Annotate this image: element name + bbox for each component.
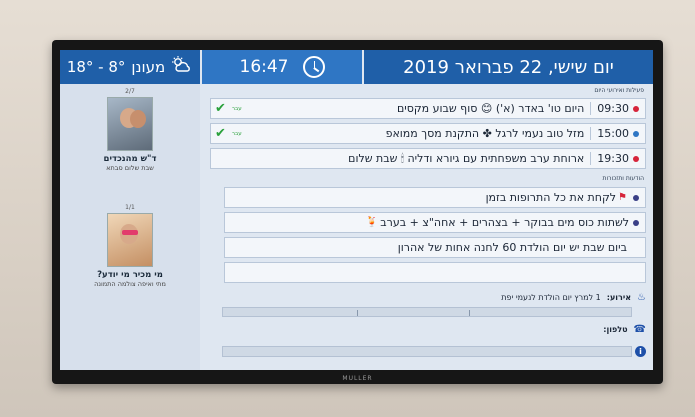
tv-brand: MULLER (342, 375, 373, 382)
event-text: היום טו' באדר (א') 😊 סוף שבוע מקסים (396, 102, 585, 115)
drink-icon: 🍹 (365, 217, 379, 228)
message-bar[interactable] (222, 346, 632, 357)
info-icon[interactable]: i (635, 346, 646, 357)
photo-counter: 2/7 (125, 88, 135, 95)
photo-card-subtitle: מתי ואיפה צולמה התמונה (94, 280, 166, 288)
phone-label: טלפון: (603, 324, 628, 334)
event-done-label: עבר (231, 105, 242, 112)
sunglasses-shape (122, 230, 138, 235)
photo-grandkids (107, 97, 153, 151)
event-done-label: עבר (231, 130, 242, 137)
photo-card-subtitle: שבת שלום סבתא (106, 164, 154, 172)
weather-temps: 18° - 8° (66, 58, 126, 76)
partly-cloudy-icon (171, 56, 193, 78)
event-dot (633, 130, 639, 137)
divider-tick (357, 310, 358, 316)
reminder-row[interactable]: ⚑ לקחת את כל התרופות בזמן (224, 187, 646, 208)
photo-card-grandkids[interactable]: 2/7 ד"ש מהנכדים שבת שלום סבתא (60, 88, 200, 172)
face-image (130, 110, 146, 128)
check-icon: ✔ (215, 126, 226, 141)
event-text: ארוחת ערב משפחתית עם גיורא ודליה 🕯 שבת ש… (348, 151, 585, 165)
tv-screen: מעונן 18° - 8° 16:47 יום שישי, 22 פברואר… (60, 50, 653, 370)
photo-card-title: מי מכיר מי יודע? (97, 270, 163, 280)
event-info-row: ♨ אירוע: 1 למרץ יום הולדת לנעמי יפת (210, 290, 646, 304)
reminder-text: ביום שבת יש יום הולדת 60 לחנה אחות של אה… (397, 241, 627, 254)
header: מעונן 18° - 8° 16:47 יום שישי, 22 פברואר… (60, 50, 653, 84)
date-panel: יום שישי, 22 פברואר 2019 (364, 50, 653, 84)
check-icon: ✔ (215, 101, 226, 116)
event-row[interactable]: 15:00 מזל טוב נעמי לרגל ✤ התקנת מסך ממוא… (210, 123, 646, 144)
event-row[interactable]: 09:30 היום טו' באדר (א') 😊 סוף שבוע מקסי… (210, 98, 646, 119)
event-row[interactable]: 19:30 ארוחת ערב משפחתית עם גיורא ודליה 🕯… (210, 148, 646, 169)
reminder-dot (633, 219, 639, 226)
photo-card-quiz[interactable]: 1/1 מי מכיר מי יודע? מתי ואיפה צולמה התמ… (60, 204, 200, 288)
event-info-label: אירוע: (606, 292, 632, 302)
photo-counter: 1/1 (125, 204, 135, 211)
reminder-dot (633, 194, 639, 201)
event-time: 09:30 (590, 102, 629, 115)
event-text: מזל טוב נעמי לרגל ✤ התקנת מסך ממואפ (385, 127, 585, 140)
event-done-indicator: ✔ עבר (215, 101, 242, 116)
event-dot (633, 105, 639, 112)
weather-label: מעונן (131, 58, 166, 76)
reminder-text: לשתות כוס מים בבוקר + בצהרים + אחה"צ + ב… (380, 216, 629, 229)
photo-card-title: ד"ש מהנכדים (103, 154, 157, 164)
phone-icon: ☎ (633, 323, 646, 335)
event-dot (633, 155, 639, 162)
sidebar: 2/7 ד"ש מהנכדים שבת שלום סבתא 1/1 מי מכי… (60, 84, 200, 370)
reminder-row[interactable]: לשתות כוס מים בבוקר + בצהרים + אחה"צ + ב… (224, 212, 646, 233)
reminder-text: לקחת את כל התרופות בזמן (485, 191, 617, 204)
event-info-value: 1 למרץ יום הולדת לנעמי יפת (501, 292, 601, 302)
reminder-row-empty[interactable] (224, 262, 646, 283)
event-info-divider (222, 307, 632, 317)
event-time: 19:30 (590, 152, 629, 165)
photo-quiz (107, 213, 153, 267)
reminders-section-title: הודעות ותזכורות (602, 175, 645, 182)
clock-icon (302, 56, 325, 78)
phone-row: ☎ טלפון: (210, 322, 646, 336)
main-panel: פעילות ואירועי היום 09:30 היום טו' באדר … (210, 84, 646, 370)
current-time: 16:47 (239, 57, 289, 77)
current-date: יום שישי, 22 פברואר 2019 (403, 56, 614, 78)
tv-frame: מעונן 18° - 8° 16:47 יום שישי, 22 פברואר… (52, 40, 663, 384)
event-time: 15:00 (590, 127, 629, 140)
time-panel: 16:47 (202, 50, 362, 84)
cake-icon: ♨ (637, 291, 646, 303)
event-done-indicator: ✔ עבר (215, 126, 242, 141)
reminder-row[interactable]: ביום שבת יש יום הולדת 60 לחנה אחות של אה… (224, 237, 646, 258)
events-section-title: פעילות ואירועי היום (594, 87, 644, 94)
flag-icon: ⚑ (618, 192, 627, 203)
divider-tick (469, 310, 470, 316)
weather-panel: מעונן 18° - 8° (60, 50, 200, 84)
